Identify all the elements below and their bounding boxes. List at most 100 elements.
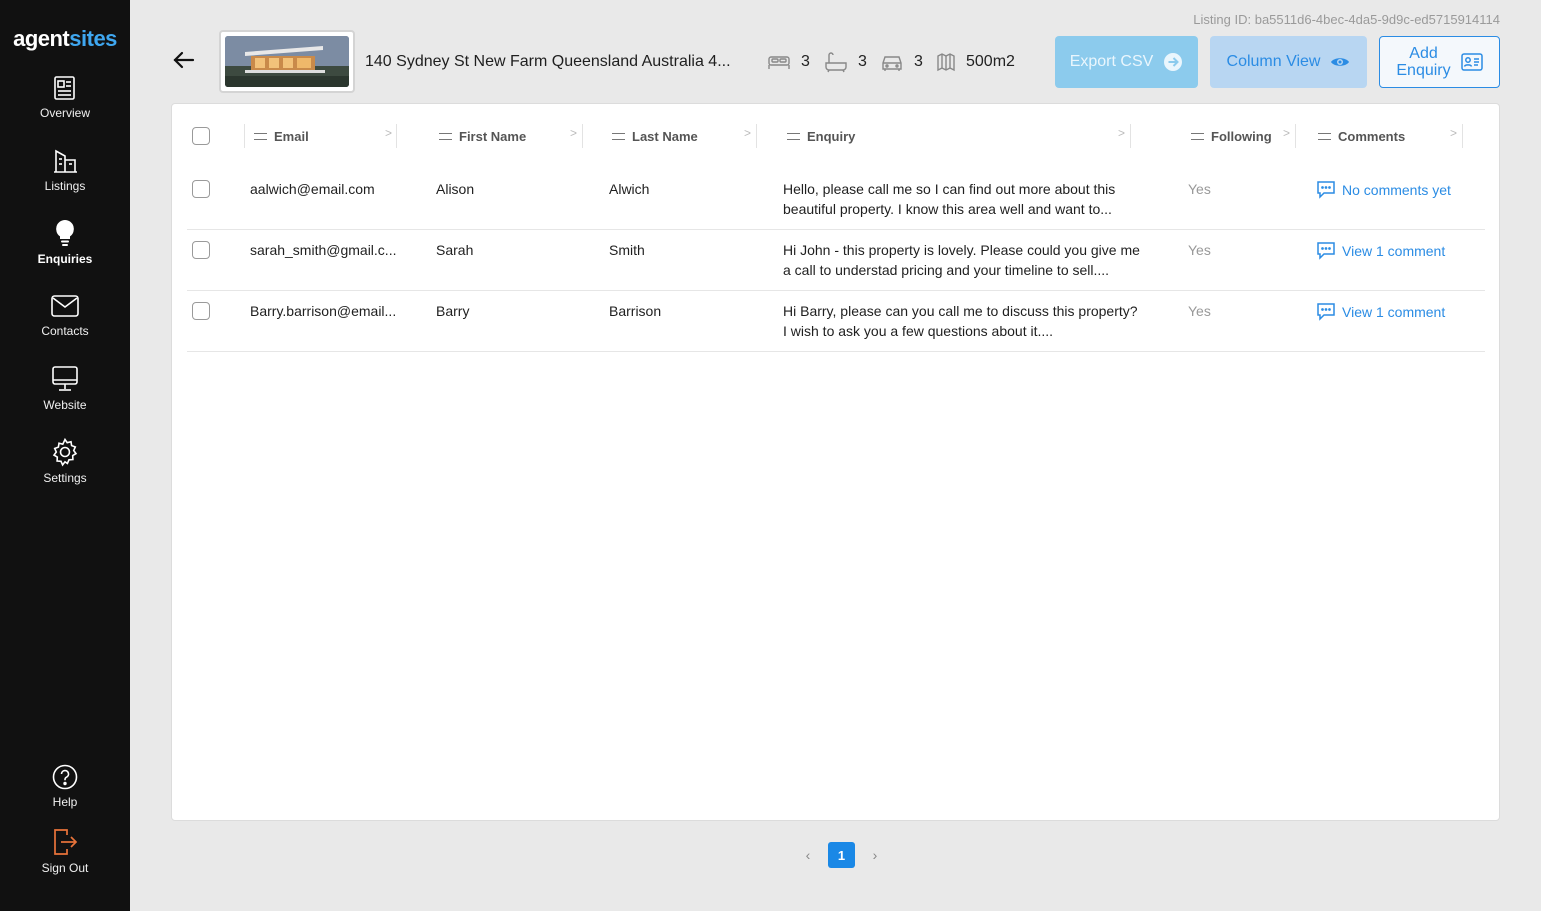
drag-handle-icon[interactable] [612,132,625,140]
export-csv-button[interactable]: Export CSV [1055,36,1198,88]
cell-email[interactable]: sarah_smith@gmail.c... [250,242,396,258]
property-photo [225,36,349,87]
mail-icon [51,295,79,317]
cell-last-name: Barrison [609,303,662,319]
baths-stat: 3 [824,50,867,74]
column-header-following[interactable]: Following [1191,126,1272,146]
cars-stat: 3 [880,50,923,74]
row-checkbox[interactable] [192,180,210,198]
column-divider [244,124,245,148]
row-checkbox[interactable] [192,241,210,259]
arrow-left-icon [173,51,195,69]
brand-logo-part1: agent [13,26,70,51]
cell-enquiry[interactable]: Hi Barry, please can you call me to disc… [783,301,1143,341]
drag-handle-icon[interactable] [439,132,452,140]
sidebar-item-label: Help [52,795,78,809]
sidebar-item-sign-out[interactable]: Sign Out [0,827,130,875]
pagination-page-1[interactable]: 1 [828,842,855,868]
sidebar-item-help[interactable]: Help [0,763,130,809]
select-all-checkbox[interactable] [192,127,210,145]
row-divider [187,229,1485,230]
cell-last-name: Alwich [609,181,650,197]
brand-logo[interactable]: agentsites [0,26,130,52]
comment-icon [1317,242,1335,260]
bath-icon [825,52,847,73]
row-divider [187,290,1485,291]
cell-following: Yes [1188,303,1211,319]
listing-thumbnail[interactable] [219,30,355,93]
cell-first-name: Alison [436,181,475,197]
drag-handle-icon[interactable] [1318,132,1331,140]
sidebar-item-listings[interactable]: Listings [0,147,130,193]
cell-first-name: Barry [436,303,470,319]
sidebar-item-settings[interactable]: Settings [0,437,130,485]
column-header-email[interactable]: Email [254,126,309,146]
sign-out-icon [54,829,78,855]
sidebar-item-label: Contacts [41,324,89,338]
column-divider [756,124,757,148]
column-header-label: Enquiry [807,128,856,144]
comments-link-label: View 1 comment [1342,303,1446,320]
row-divider [187,351,1485,352]
overview-icon [54,76,75,100]
add-enquiry-button[interactable]: Add Enquiry [1379,36,1500,88]
cars-count: 3 [914,53,923,70]
monitor-icon [52,366,78,391]
area-value: 500m2 [966,53,1015,70]
pagination-next[interactable]: › [867,847,883,863]
pagination: ‹ 1 › [800,842,883,868]
column-view-label: Column View [1226,53,1321,70]
column-divider [582,124,583,148]
comments-link[interactable]: View 1 comment [1316,241,1445,260]
help-icon [52,764,78,790]
sidebar-item-label: Overview [39,106,90,120]
beds-stat: 3 [767,50,810,74]
column-divider [1462,124,1463,148]
cell-email[interactable]: Barry.barrison@email... [250,303,396,319]
car-icon [882,56,902,71]
column-header-last-name[interactable]: Last Name [612,126,698,146]
lightbulb-icon [56,220,74,246]
chevron-right-icon[interactable]: > [1450,126,1457,140]
drag-handle-icon[interactable] [1191,132,1204,140]
sidebar-item-overview[interactable]: Overview [0,74,130,120]
export-csv-label: Export CSV [1069,53,1154,70]
comments-link[interactable]: No comments yet [1316,180,1451,199]
cell-enquiry[interactable]: Hello, please call me so I can find out … [783,179,1143,219]
comments-link[interactable]: View 1 comment [1316,302,1445,321]
enquiries-table: Email > First Name > Last Name > Enquiry… [171,103,1500,821]
sidebar-item-website[interactable]: Website [0,364,130,412]
drag-handle-icon[interactable] [787,132,800,140]
back-button[interactable] [170,46,198,74]
column-header-enquiry[interactable]: Enquiry [787,126,855,146]
comment-icon [1317,181,1335,199]
gear-icon [52,437,78,467]
column-divider [396,124,397,148]
eye-icon [1331,58,1350,66]
sidebar-item-label: Enquiries [37,252,93,266]
chevron-right-icon[interactable]: > [744,126,751,140]
chevron-right-icon[interactable]: > [385,126,392,140]
drag-handle-icon[interactable] [254,132,267,140]
cell-email[interactable]: aalwich@email.com [250,181,375,197]
column-header-comments[interactable]: Comments [1318,126,1405,146]
sidebar-item-enquiries[interactable]: Enquiries [0,218,130,266]
column-header-label: Email [274,128,309,144]
column-header-first-name[interactable]: First Name [439,126,526,146]
cell-enquiry[interactable]: Hi John - this property is lovely. Pleas… [783,240,1143,280]
bed-icon [768,56,790,69]
add-enquiry-label: Add Enquiry [1396,45,1450,79]
pagination-prev[interactable]: ‹ [800,847,816,863]
chevron-right-icon[interactable]: > [1118,126,1125,140]
brand-logo-part2: sites [69,26,117,51]
area-stat: 500m2 [936,50,1015,74]
chevron-right-icon[interactable]: > [570,126,577,140]
row-checkbox[interactable] [192,302,210,320]
column-divider [1130,124,1131,148]
sidebar-item-contacts[interactable]: Contacts [0,292,130,338]
listing-id: Listing ID: ba5511d6-4bec-4da5-9d9c-ed57… [1193,12,1500,27]
column-header-label: Comments [1338,128,1406,144]
chevron-right-icon[interactable]: > [1283,126,1290,140]
column-view-button[interactable]: Column View [1210,36,1367,88]
land-area-icon [937,53,955,72]
